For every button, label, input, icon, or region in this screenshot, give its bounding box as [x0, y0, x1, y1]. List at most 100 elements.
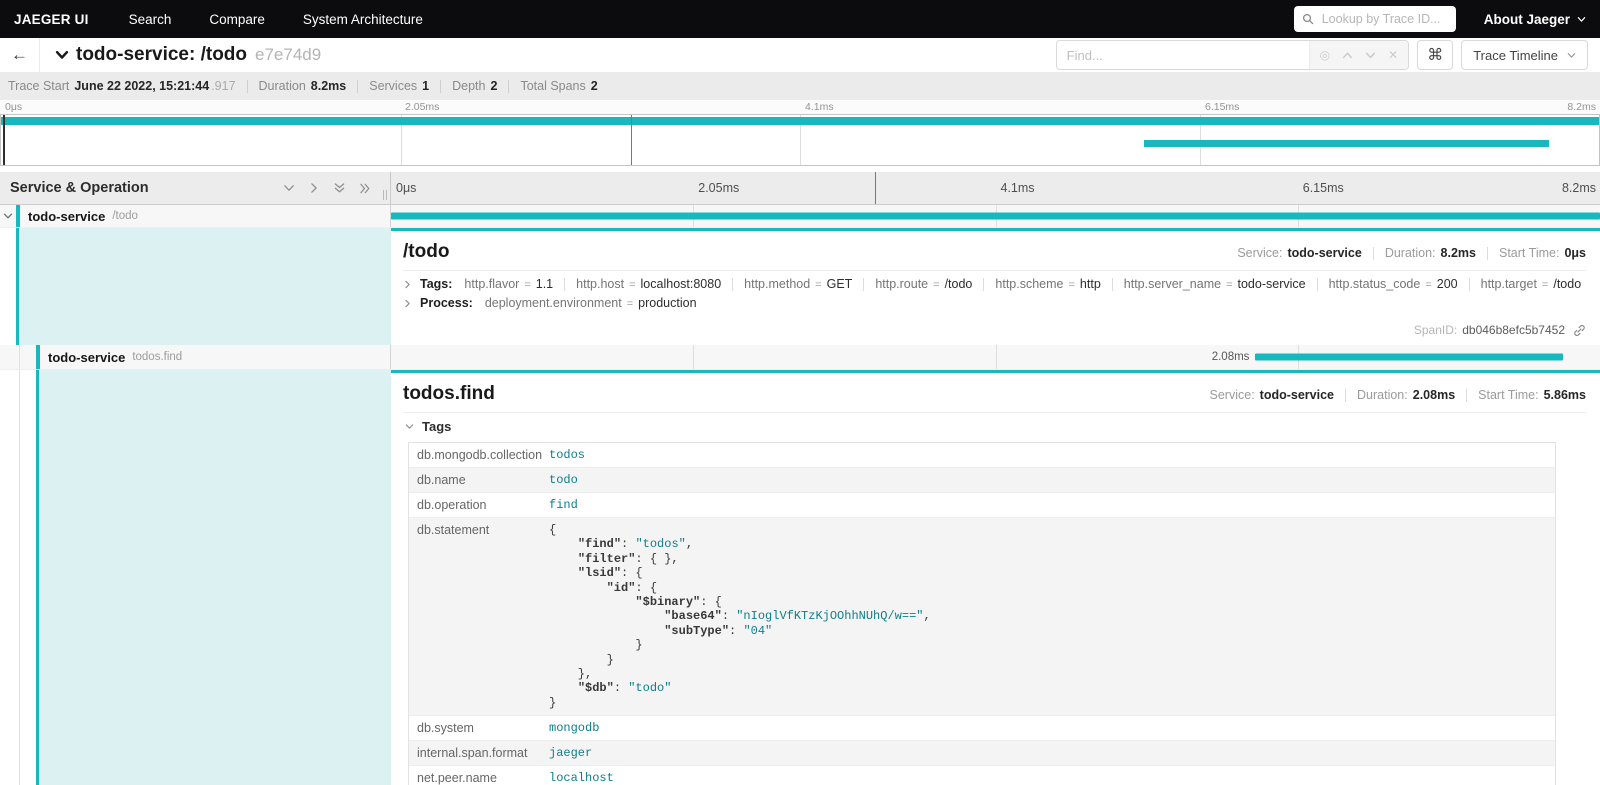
chevron-right-icon: [403, 299, 412, 308]
tag-table-row: db.systemmongodb: [409, 716, 1555, 741]
minimap-tick-labels: 0μs 2.05ms 4.1ms 6.15ms 8.2ms: [0, 100, 1600, 114]
pill-separator: [732, 278, 733, 291]
trace-id-lookup[interactable]: [1294, 6, 1456, 32]
tag-pill: http.server_name=todo-service: [1124, 277, 1306, 291]
span-row-timeline[interactable]: [391, 205, 1600, 227]
pill-separator: [863, 278, 864, 291]
tag-value: localhost: [541, 766, 1555, 785]
jaeger-trace-page: JAEGER UI Search Compare System Architec…: [0, 0, 1600, 785]
tag-value: mongodb: [541, 716, 1555, 740]
span-row-timeline[interactable]: 2.08ms: [391, 345, 1600, 369]
chevron-down-icon: [1567, 51, 1576, 60]
trace-depth: Depth2: [452, 79, 497, 93]
tag-value: todo: [541, 468, 1555, 492]
tag-table-row: db.statement{ "find": "todos", "filter":…: [409, 518, 1555, 716]
timeline-cursor-line: [875, 172, 876, 204]
tag-table-row: internal.span.formatjaeger: [409, 741, 1555, 766]
tag-value: { "find": "todos", "filter": { }, "lsid"…: [541, 518, 1555, 715]
tag-pill: deployment.environment=production: [485, 296, 697, 310]
timeline-tick-label: 2.05ms: [698, 181, 739, 195]
tag-pill: http.flavor=1.1: [464, 277, 553, 291]
pill-separator: [1112, 278, 1113, 291]
span-color-accent: [16, 205, 20, 227]
span-duration-bar-todos-find[interactable]: [1255, 354, 1562, 361]
page-title: todo-service: /todo: [76, 44, 247, 66]
tag-key: net.peer.name: [409, 766, 541, 785]
trace-total-spans: Total Spans2: [520, 79, 597, 93]
next-match-icon[interactable]: [1365, 50, 1376, 61]
expand-all-icon[interactable]: [359, 182, 371, 195]
collapse-one-icon[interactable]: [283, 182, 295, 194]
pill-separator: [1317, 278, 1318, 291]
minimap-scrubber-handle[interactable]: [3, 115, 5, 165]
timeline-tick-label: 4.1ms: [805, 101, 834, 113]
span-detail-todos-find: todos.find Service:todo-service Duration…: [0, 370, 1600, 785]
nav-item-system-architecture[interactable]: System Architecture: [303, 12, 423, 27]
tag-key: db.mongodb.collection: [409, 443, 541, 467]
span-detail-title: /todo: [403, 241, 449, 263]
deep-link-icon[interactable]: [1573, 324, 1586, 337]
trace-id-short: e7e74d9: [255, 45, 321, 65]
trace-services: Services1: [369, 79, 429, 93]
chevron-down-icon: [1577, 15, 1586, 24]
collapse-trace-chevron-icon[interactable]: [55, 48, 69, 62]
keyboard-shortcuts-button[interactable]: ⌘: [1417, 40, 1453, 70]
span-operation-name: /todo: [112, 210, 138, 222]
span-id: SpanID: db046b8efc5b7452: [1414, 323, 1586, 337]
span-row-todo[interactable]: todo-service /todo: [0, 205, 1600, 228]
tag-pill: http.method=GET: [744, 277, 852, 291]
column-resizer-handle[interactable]: [383, 190, 387, 204]
span-table-header: Service & Operation 0μs2.05ms4.1ms6.15ms…: [0, 172, 1600, 205]
top-nav: JAEGER UI Search Compare System Architec…: [0, 0, 1600, 38]
tree-indent-guide: [0, 345, 20, 369]
timeline-tick-label: 0μs: [396, 181, 416, 195]
timeline-gridline: [693, 345, 694, 369]
trace-id-lookup-input[interactable]: [1320, 11, 1448, 27]
collapse-all-icon[interactable]: [333, 182, 346, 194]
chevron-down-icon: [405, 422, 414, 431]
tag-key-value-table: db.mongodb.collectiontodosdb.nametododb.…: [408, 442, 1556, 785]
timeline-tick-label: 8.2ms: [1567, 101, 1596, 113]
tags-accordion-todo[interactable]: Tags: http.flavor=1.1http.host=localhost…: [403, 277, 1586, 291]
timeline-tick-label: 0μs: [5, 101, 22, 113]
clear-find-icon[interactable]: ✕: [1388, 49, 1398, 61]
timeline-tick-label: 4.1ms: [1001, 181, 1035, 195]
span-service-name: todo-service: [48, 350, 125, 365]
tags-accordion-todos-find[interactable]: Tags: [405, 419, 1586, 434]
span-detail-indent: [0, 228, 391, 345]
collapse-span-chevron-icon[interactable]: [0, 211, 16, 221]
timeline-minimap[interactable]: [0, 114, 1600, 166]
span-detail-meta: Service:todo-service Duration:2.08ms Sta…: [1210, 388, 1586, 402]
tag-table-row: db.mongodb.collectiontodos: [409, 443, 1555, 468]
tag-pill: http.status_code=200: [1329, 277, 1458, 291]
chevron-right-icon: [403, 280, 412, 289]
find-input[interactable]: [1057, 41, 1309, 69]
minimap-span-bar-todo: [1, 117, 1599, 125]
nav-item-search[interactable]: Search: [129, 12, 172, 27]
timeline-tick-label: 2.05ms: [405, 101, 439, 113]
span-row-todos-find[interactable]: todo-service todos.find 2.08ms: [0, 345, 1600, 370]
find-bar: ◎ ✕: [1056, 40, 1410, 70]
trace-view-select[interactable]: Trace Timeline: [1461, 40, 1588, 70]
focus-match-icon[interactable]: ◎: [1320, 49, 1330, 61]
nav-item-compare[interactable]: Compare: [209, 12, 265, 27]
tag-value: todos: [541, 443, 1555, 467]
pill-separator: [1469, 278, 1470, 291]
brand-jaeger-ui[interactable]: JAEGER UI: [14, 12, 89, 27]
timeline-gridline: [996, 345, 997, 369]
back-button[interactable]: ←: [0, 38, 40, 72]
process-accordion-todo[interactable]: Process: deployment.environment=producti…: [403, 296, 1586, 310]
pill-separator: [564, 278, 565, 291]
tag-pill: http.target=/todo: [1481, 277, 1582, 291]
about-jaeger-menu[interactable]: About Jaeger: [1484, 12, 1586, 27]
span-duration-bar-todo[interactable]: [391, 213, 1600, 220]
tag-value: find: [541, 493, 1555, 517]
minimap-span-bar-todos-find: [1144, 140, 1550, 147]
search-icon: [1302, 13, 1314, 25]
trace-summary-bar: Trace Start June 22 2022, 15:21:44.917 D…: [0, 72, 1600, 100]
span-detail-todo: /todo Service:todo-service Duration:8.2m…: [0, 228, 1600, 345]
tag-key: db.operation: [409, 493, 541, 517]
prev-match-icon[interactable]: [1342, 50, 1353, 61]
expand-one-icon[interactable]: [308, 182, 320, 194]
timeline-tick-label: 6.15ms: [1205, 101, 1239, 113]
